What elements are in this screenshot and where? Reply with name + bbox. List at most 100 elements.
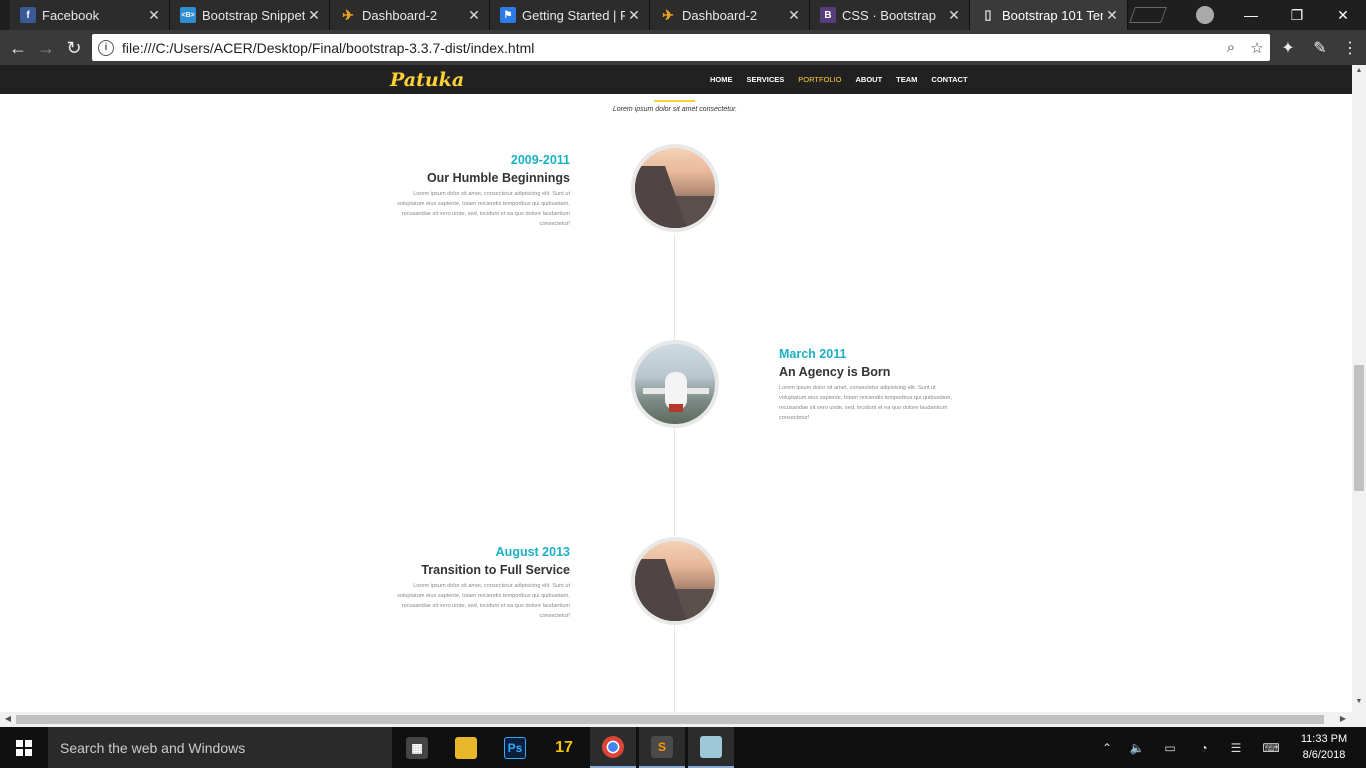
vertical-scroll-thumb[interactable] xyxy=(1354,365,1364,491)
info-icon[interactable]: i xyxy=(98,39,114,56)
extension-icon[interactable]: ✦ xyxy=(1278,38,1298,58)
timeline-title: Our Humble Beginnings xyxy=(426,171,570,185)
app-17-icon: 17 xyxy=(555,738,573,756)
nav-about[interactable]: ABOUT xyxy=(856,75,883,84)
site-navbar: Patuka HOME SERVICES PORTFOLIO ABOUT TEA… xyxy=(0,65,1352,94)
notifications-icon[interactable]: ☰ xyxy=(1226,727,1246,768)
nav-services[interactable]: SERVICES xyxy=(747,75,785,84)
timeline-item-1-text: 2009-2011 Our Humble Beginnings Lorem ip… xyxy=(395,152,570,229)
timeline-date: 2009-2011 xyxy=(510,153,570,167)
tab-getting-started[interactable]: ⚑ Getting Started | Fe ✕ xyxy=(490,0,650,30)
tab-facebook[interactable]: f Facebook ✕ xyxy=(10,0,170,30)
windows-taskbar: Search the web and Windows ▦ Ps 17 S ⌃ 🔈… xyxy=(0,727,1366,768)
maximize-icon[interactable]: ❐ xyxy=(1274,0,1320,30)
tab-label: Dashboard-2 xyxy=(362,7,438,23)
photoshop-icon: Ps xyxy=(504,736,526,759)
scrollbar-corner xyxy=(1352,712,1366,727)
photoshop-app[interactable]: Ps xyxy=(492,727,538,768)
windows-logo-icon xyxy=(16,739,32,756)
timeline-item-2-text: March 2011 An Agency is Born Lorem ipsum… xyxy=(779,346,954,423)
tab-bootstrap-snippet[interactable]: <B> Bootstrap Snippet ✕ xyxy=(170,0,330,30)
browser-toolbar: ← → ↻ i file:///C:/Users/ACER/Desktop/Fi… xyxy=(0,30,1366,65)
nav-home[interactable]: HOME xyxy=(710,75,733,84)
minimize-icon[interactable]: — xyxy=(1228,0,1274,30)
keyboard-icon[interactable]: ⌨ xyxy=(1258,727,1284,768)
chrome-icon xyxy=(602,735,624,758)
url-text[interactable]: file:///C:/Users/ACER/Desktop/Final/boot… xyxy=(122,40,1218,56)
site-logo[interactable]: Patuka xyxy=(390,69,464,91)
airplane-image xyxy=(631,340,719,428)
timeline-date: March 2011 xyxy=(779,347,847,361)
close-icon[interactable]: ✕ xyxy=(625,7,643,24)
menu-icon[interactable]: ⋮ xyxy=(1340,38,1360,58)
scroll-up-icon[interactable]: ▲ xyxy=(1352,67,1366,79)
nav-contact[interactable]: CONTACT xyxy=(931,75,967,84)
battery-icon[interactable]: ▭ xyxy=(1160,727,1180,768)
tab-dashboard-2b[interactable]: ✈ Dashboard-2 ✕ xyxy=(650,0,810,30)
page-icon: ▯ xyxy=(984,7,992,22)
timeline-date: August 2013 xyxy=(495,545,570,559)
mountain-sunset-image xyxy=(631,144,719,232)
forward-icon[interactable]: → xyxy=(34,36,58,60)
horizontal-scroll-thumb[interactable] xyxy=(16,715,1324,724)
scroll-down-icon[interactable]: ▼ xyxy=(1352,698,1366,710)
tab-label: Dashboard-2 xyxy=(682,7,758,23)
profile-icon[interactable] xyxy=(1196,6,1214,24)
timeline-title: Transition to Full Service xyxy=(421,563,570,577)
extension-2-icon[interactable]: ✎ xyxy=(1310,38,1330,58)
zoom-icon[interactable]: ⌕ xyxy=(1218,39,1244,56)
address-bar[interactable]: i file:///C:/Users/ACER/Desktop/Final/bo… xyxy=(92,34,1270,61)
tab-label: Bootstrap 101 Tem xyxy=(1002,7,1103,23)
chrome-app[interactable] xyxy=(590,727,636,768)
tab-label: CSS · Bootstrap xyxy=(842,7,936,23)
close-icon[interactable]: ✕ xyxy=(785,7,803,24)
vertical-scrollbar[interactable]: ▲ ▼ xyxy=(1352,65,1366,712)
store-icon: ▦ xyxy=(406,736,428,759)
close-icon[interactable]: ✕ xyxy=(145,7,163,24)
tab-css-bootstrap[interactable]: B CSS · Bootstrap ✕ xyxy=(810,0,970,30)
file-explorer-app[interactable] xyxy=(443,727,489,768)
timeline-body: Lorem ipsum dolor sit amet, consectetur … xyxy=(779,385,952,421)
timeline-title: An Agency is Born xyxy=(779,365,891,379)
close-icon[interactable]: ✕ xyxy=(945,7,963,24)
notes-app[interactable] xyxy=(688,727,734,768)
taskbar-clock[interactable]: 11:33 PM 8/6/2018 xyxy=(1294,731,1354,763)
tab-dashboard-2[interactable]: ✈ Dashboard-2 ✕ xyxy=(330,0,490,30)
section-accent-bar xyxy=(654,100,695,102)
site-nav-links: HOME SERVICES PORTFOLIO ABOUT TEAM CONTA… xyxy=(710,65,982,94)
close-icon[interactable]: ✕ xyxy=(305,7,323,24)
nav-portfolio[interactable]: PORTFOLIO xyxy=(798,75,841,84)
nav-team[interactable]: TEAM xyxy=(896,75,917,84)
tab-bootstrap-101[interactable]: ▯ Bootstrap 101 Tem ✕ xyxy=(970,0,1128,30)
close-icon[interactable]: ✕ xyxy=(465,7,483,24)
page-viewport: Lorem ipsum dolor sit amet consectetur. … xyxy=(0,94,1352,712)
store-app[interactable]: ▦ xyxy=(394,727,440,768)
plane-icon: ✈ xyxy=(662,6,674,23)
reload-icon[interactable]: ↻ xyxy=(62,36,86,60)
plane-icon: ✈ xyxy=(342,6,354,23)
bootsnipp-icon: <B> xyxy=(180,7,196,23)
flag-icon: ⚑ xyxy=(500,7,516,23)
clock-time: 11:33 PM xyxy=(1300,733,1348,745)
back-icon[interactable]: ← xyxy=(6,36,30,60)
wifi-icon[interactable]: ◔ xyxy=(1194,727,1214,768)
scroll-right-icon[interactable]: ▶ xyxy=(1336,714,1350,723)
close-window-icon[interactable]: ✕ xyxy=(1320,0,1366,30)
facebook-icon: f xyxy=(20,7,36,23)
scroll-left-icon[interactable]: ◀ xyxy=(1,714,15,723)
sublime-icon: S xyxy=(651,735,673,758)
bookmark-star-icon[interactable]: ☆ xyxy=(1244,39,1270,57)
window-controls: — ❐ ✕ xyxy=(1228,0,1366,30)
taskbar-search[interactable]: Search the web and Windows xyxy=(48,727,392,768)
close-icon[interactable]: ✕ xyxy=(1103,7,1121,24)
browser-tab-strip: f Facebook ✕ <B> Bootstrap Snippet ✕ ✈ D… xyxy=(0,0,1366,30)
horizontal-scrollbar[interactable]: ◀ ▶ xyxy=(0,712,1352,727)
timeline-body: Lorem ipsum dolor sit amet, consectetur … xyxy=(397,583,570,619)
tray-chevron-icon[interactable]: ⌃ xyxy=(1097,727,1117,768)
app-17[interactable]: 17 xyxy=(541,727,587,768)
notes-icon xyxy=(700,735,722,758)
start-button[interactable] xyxy=(0,727,48,768)
sublime-app[interactable]: S xyxy=(639,727,685,768)
volume-icon[interactable]: 🔈 xyxy=(1127,727,1147,768)
new-tab-button[interactable] xyxy=(1129,7,1167,23)
